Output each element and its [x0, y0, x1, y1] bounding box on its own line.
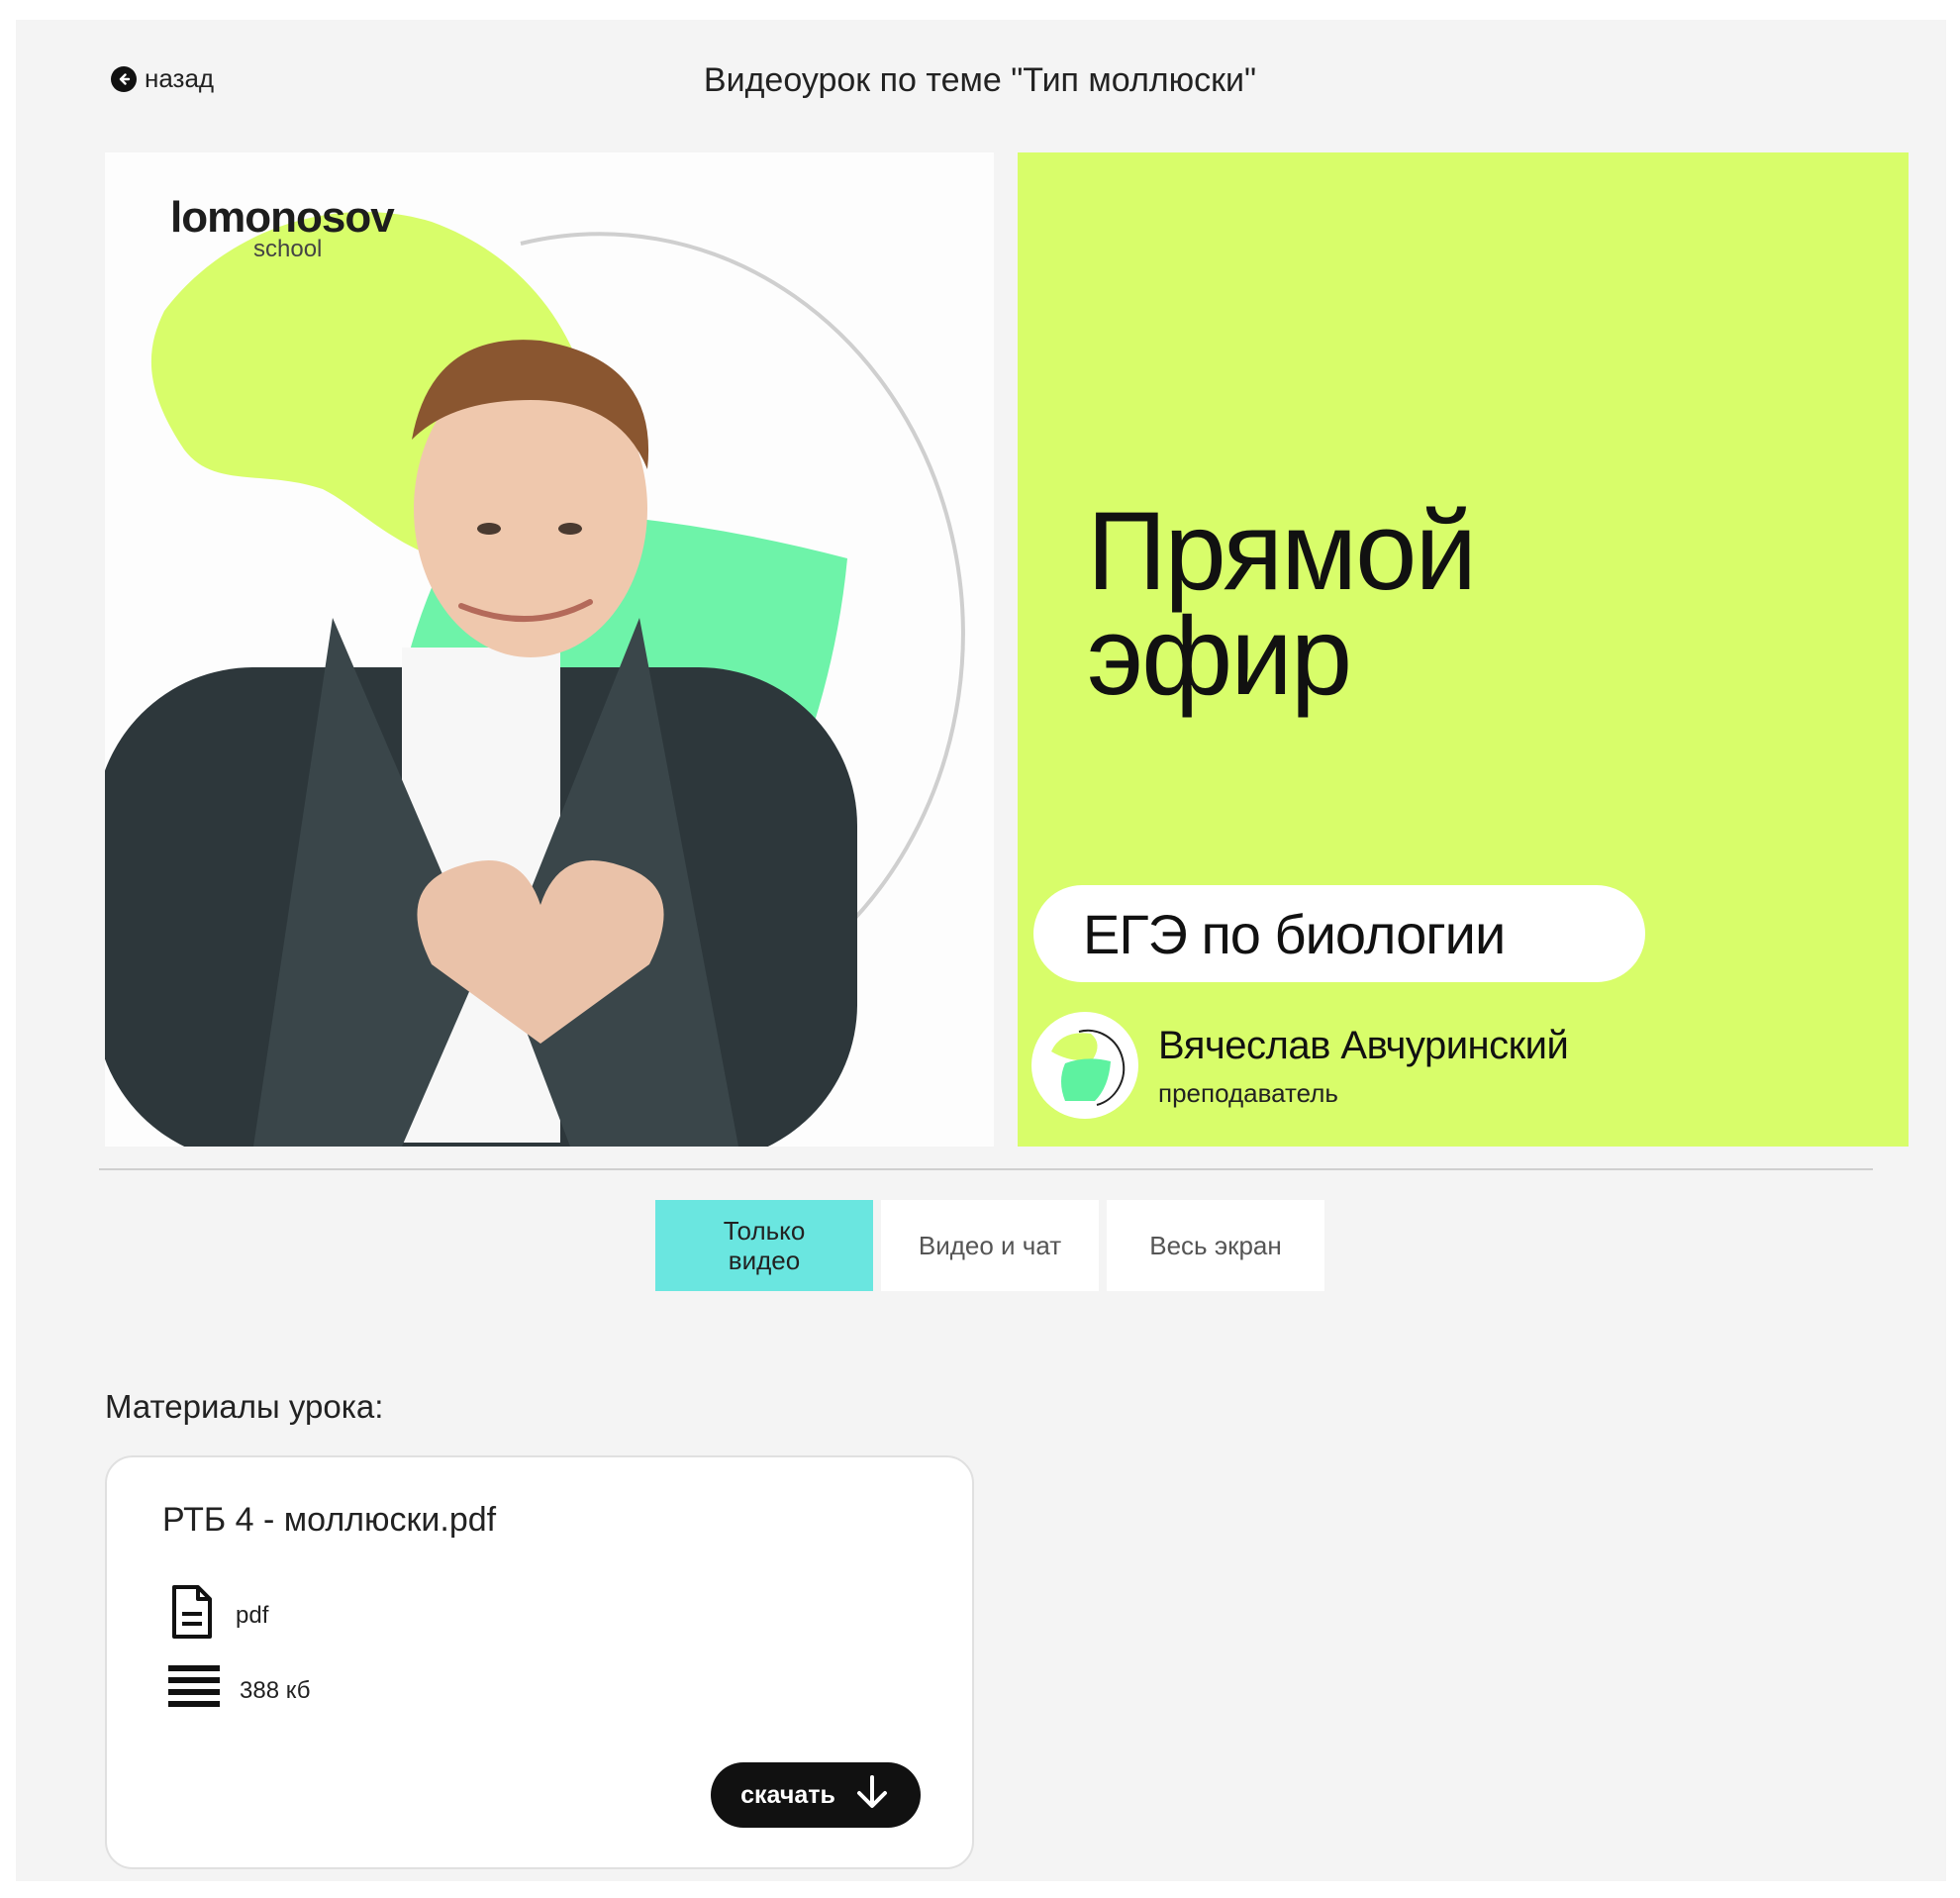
- video-cover-right: Прямой эфир ЕГЭ по биологии Вячеслав Авч…: [1018, 152, 1909, 1147]
- document-icon: [168, 1584, 216, 1647]
- live-heading: Прямой эфир: [1087, 489, 1477, 718]
- live-line-2: эфир: [1087, 594, 1352, 718]
- avatar-logo-icon: [1035, 1016, 1134, 1115]
- live-line-1: Прямой: [1087, 489, 1477, 613]
- cover-illustration: [105, 212, 965, 1147]
- file-size: 388 кб: [240, 1676, 311, 1704]
- mode-video-chat-button[interactable]: Видео и чат: [881, 1200, 1099, 1291]
- file-name: РТБ 4 - моллюски.pdf: [162, 1501, 497, 1539]
- video-cover-left: lomonosov school: [105, 152, 994, 1147]
- arrow-down-icon: [853, 1773, 891, 1818]
- mode-label: Весь экран: [1149, 1230, 1282, 1260]
- file-type: pdf: [236, 1601, 269, 1629]
- mode-label: Видео и чат: [918, 1230, 1062, 1260]
- materials-heading: Материалы урока:: [105, 1388, 384, 1425]
- file-type-row: pdf: [168, 1584, 268, 1647]
- file-size-row: 388 кб: [168, 1665, 310, 1716]
- video-progress-line: [99, 1168, 1873, 1170]
- page-title: Видеоурок по теме "Тип моллюски": [703, 61, 1257, 99]
- video-player[interactable]: lomonosov school Прямой эфир ЕГЭ по биол…: [99, 150, 1911, 1174]
- teacher-role: преподаватель: [1158, 1078, 1338, 1108]
- mode-video-only-button[interactable]: Только видео: [655, 1200, 873, 1291]
- subject-pill: ЕГЭ по биологии: [1033, 885, 1645, 982]
- logo-main: lomonosov: [170, 193, 395, 242]
- teacher-avatar: [1031, 1012, 1138, 1119]
- material-file-card: РТБ 4 - моллюски.pdf pdf 388 кб скачать: [105, 1455, 974, 1869]
- download-button[interactable]: скачать: [711, 1762, 921, 1828]
- mode-label: Только видео: [723, 1216, 806, 1275]
- lines-icon: [168, 1665, 220, 1716]
- download-label: скачать: [740, 1780, 835, 1809]
- view-mode-switcher: Только видео Видео и чат Весь экран: [655, 1200, 1324, 1291]
- teacher-name: Вячеслав Авчуринский: [1158, 1024, 1569, 1067]
- school-logo: lomonosov school: [170, 193, 395, 261]
- mode-fullscreen-button[interactable]: Весь экран: [1107, 1200, 1324, 1291]
